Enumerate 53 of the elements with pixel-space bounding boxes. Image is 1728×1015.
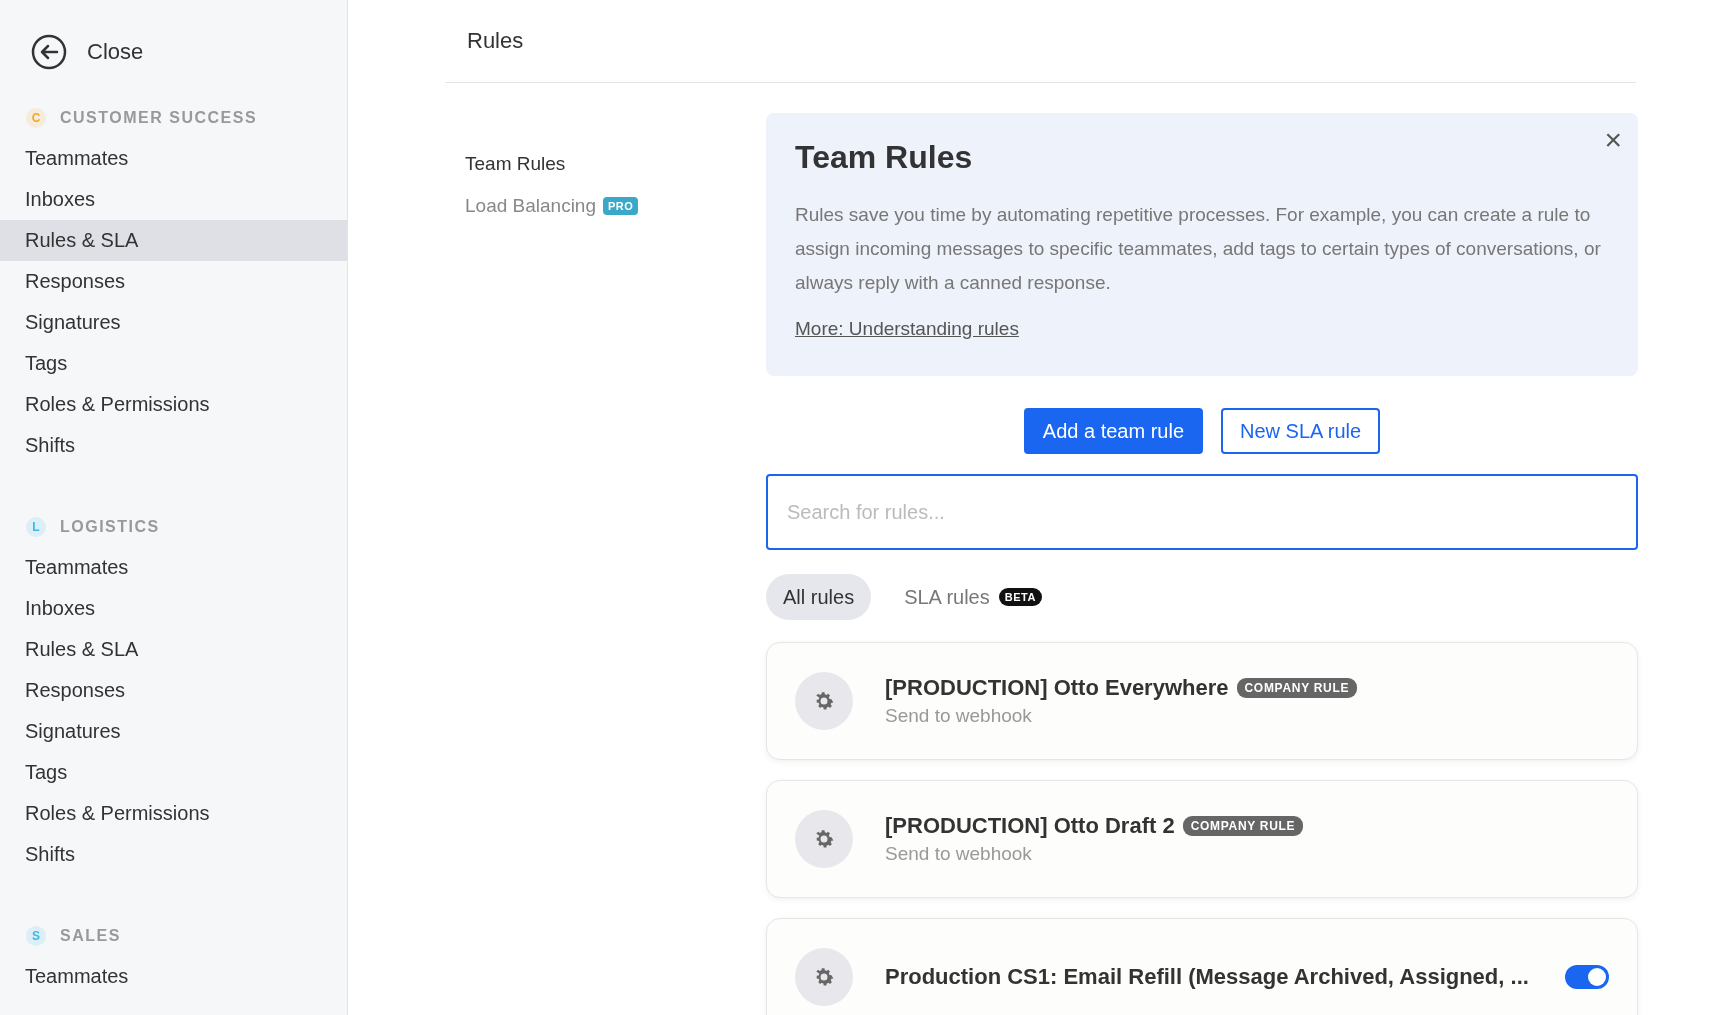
sidebar-item[interactable]: Rules & SLA xyxy=(0,220,347,261)
sidebar-item[interactable]: Inboxes xyxy=(0,179,347,220)
sidebar-item[interactable]: Tags xyxy=(0,752,347,793)
sidebar-item[interactable]: Signatures xyxy=(0,302,347,343)
rule-action: Send to webhook xyxy=(885,705,1033,727)
rule-card[interactable]: [PRODUCTION] Otto Draft 2 COMPANY RULE Send to webhook xyxy=(766,780,1638,898)
page-title: Rules xyxy=(467,28,524,54)
sidebar-item[interactable]: Shifts xyxy=(0,834,347,875)
rule-card[interactable]: Production CS1: Email Refill (Message Archived, Assigned, ... xyxy=(766,918,1638,1015)
sidebar-item[interactable]: Roles & Permissions xyxy=(0,384,347,425)
pro-badge: PRO xyxy=(603,197,639,215)
sidebar-item[interactable]: Responses xyxy=(0,261,347,302)
close-button[interactable]: × xyxy=(1600,123,1626,157)
sidebar-item[interactable]: Responses xyxy=(0,670,347,711)
subnav-label: Load Balancing xyxy=(465,195,596,217)
sidebar-item[interactable]: Signatures xyxy=(0,711,347,752)
rule-card[interactable]: [PRODUCTION] Otto Everywhere COMPANY RULE Send to webhook xyxy=(766,642,1638,760)
team-avatar: L xyxy=(26,517,46,537)
new-sla-rule-button[interactable]: New SLA rule xyxy=(1221,408,1381,454)
close-label[interactable]: Close xyxy=(87,39,144,65)
team-name: SALES xyxy=(60,927,121,945)
info-text: Rules save you time by automating repetitive processes. For example, you can create a rule to assign incoming messages to specific teammates, add tags to certain types of conversations, or always reply with a canned response. xyxy=(795,203,1602,295)
rule-title: [PRODUCTION] Otto Draft 2 xyxy=(885,813,1175,839)
subnav-item[interactable]: Team Rules xyxy=(465,153,766,175)
add-rule-button[interactable]: Add a team rule xyxy=(1023,408,1203,454)
beta-badge: BETA xyxy=(998,588,1042,606)
tab-label: All rules xyxy=(783,585,855,609)
rule-action: Send to webhook xyxy=(885,843,1033,865)
rule-title: [PRODUCTION] Otto Everywhere xyxy=(885,675,1229,701)
sidebar-item[interactable]: Shifts xyxy=(0,425,347,466)
toggle-switch[interactable] xyxy=(1565,965,1609,989)
team-avatar: C xyxy=(26,108,46,128)
tab-label: SLA rules xyxy=(904,585,990,609)
subnav-item[interactable]: Load Balancing PRO xyxy=(465,195,766,217)
team-name: LOGISTICS xyxy=(60,518,160,536)
sidebar-item[interactable]: Roles & Permissions xyxy=(0,793,347,834)
filter-tab[interactable]: SLA rules BETA xyxy=(887,574,1059,620)
team-avatar: S xyxy=(26,926,46,946)
subnav-label: Team Rules xyxy=(465,153,566,175)
sidebar-item[interactable]: Teammates xyxy=(0,547,347,588)
help-link[interactable]: More: Understanding rules xyxy=(795,318,1019,339)
sidebar-item[interactable]: Tags xyxy=(0,343,347,384)
info-title: Team Rules xyxy=(795,139,974,176)
sidebar-item[interactable]: Teammates xyxy=(0,138,347,179)
filter-tab[interactable]: All rules xyxy=(766,574,872,620)
company-rule-badge: COMPANY RULE xyxy=(1182,816,1304,836)
sidebar-item[interactable]: Inboxes xyxy=(0,588,347,629)
company-rule-badge: COMPANY RULE xyxy=(1236,678,1358,698)
sidebar-item[interactable]: Teammates xyxy=(0,956,347,997)
search-field[interactable]: Search for rules... xyxy=(766,474,1638,550)
rule-title: Production CS1: Email Refill (Message Archived, Assigned, ... xyxy=(885,964,1529,990)
sidebar-item[interactable]: Rules & SLA xyxy=(0,629,347,670)
team-name: CUSTOMER SUCCESS xyxy=(60,109,258,127)
